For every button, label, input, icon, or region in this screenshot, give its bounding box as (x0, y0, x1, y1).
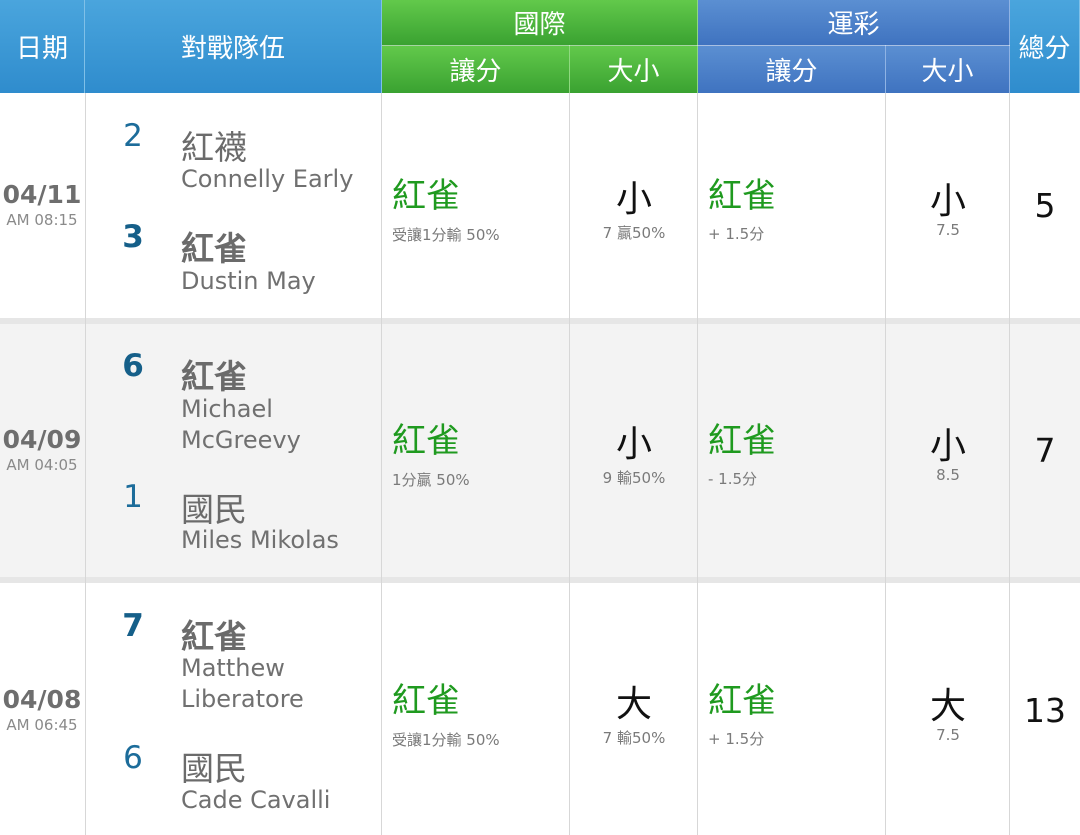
away-score: 7 (122, 608, 144, 644)
total-score: 5 (1034, 186, 1056, 225)
home-pitcher: Dustin May (181, 267, 316, 295)
lottery-ou-pick: 小 (929, 426, 966, 467)
game-date: 04/08 AM 06:45 (0, 685, 84, 734)
total-score: 13 (1024, 691, 1066, 730)
home-pitcher: Miles Mikolas (181, 526, 339, 554)
date-label: 04/09 (2, 425, 82, 454)
home-pitcher: Cade Cavalli (181, 786, 331, 814)
intl-spread-pick: 紅雀 (392, 681, 460, 721)
header-lottery-ou: 大小 (886, 45, 1010, 93)
date-label: 04/08 (2, 685, 82, 714)
time-label: AM 08:15 (6, 211, 78, 229)
lottery-spread-pick: 紅雀 (708, 681, 776, 721)
header-intl: 國際 (382, 0, 698, 45)
away-pitcher: Connelly Early (181, 165, 354, 193)
game-date: 04/11 AM 08:15 (0, 180, 84, 229)
away-team[interactable]: 紅雀 (181, 350, 247, 398)
intl-ou-pick: 小 (615, 424, 652, 465)
away-pitcher: Matthew Liberatore (181, 654, 304, 713)
lottery-spread-pick: 紅雀 (708, 176, 776, 216)
home-team[interactable]: 國民 (181, 742, 247, 790)
intl-ou-note: 7 贏50% (602, 224, 666, 242)
header-total: 總分 (1010, 0, 1080, 93)
header-lottery-spread: 讓分 (698, 45, 886, 93)
lottery-ou-note: 8.5 (936, 466, 960, 484)
header-intl-ou: 大小 (570, 45, 698, 93)
intl-spread-note: 受讓1分輸 50% (392, 731, 500, 749)
intl-ou-note: 7 輸50% (602, 729, 666, 747)
header-teams: 對戰隊伍 (85, 0, 382, 93)
header-date: 日期 (0, 0, 85, 93)
home-team[interactable]: 國民 (181, 483, 247, 531)
intl-ou-pick: 大 (615, 684, 652, 725)
away-pitcher: Michael McGreevy (181, 395, 301, 454)
lottery-spread-pick: 紅雀 (708, 421, 776, 461)
away-score: 2 (123, 118, 143, 154)
lottery-spread-note: - 1.5分 (708, 470, 758, 488)
intl-ou-pick: 小 (615, 179, 652, 220)
away-team[interactable]: 紅雀 (181, 610, 247, 658)
home-score: 6 (123, 740, 143, 776)
column-divider (85, 93, 86, 835)
lottery-spread-note: + 1.5分 (708, 225, 765, 243)
time-label: AM 06:45 (6, 716, 78, 734)
home-score: 1 (123, 479, 143, 515)
lottery-spread-note: + 1.5分 (708, 730, 765, 748)
intl-spread-pick: 紅雀 (392, 176, 460, 216)
home-score: 3 (122, 219, 144, 255)
intl-ou-note: 9 輸50% (602, 469, 666, 487)
header-lottery: 運彩 (698, 0, 1010, 45)
away-score: 6 (122, 348, 144, 384)
intl-spread-pick: 紅雀 (392, 421, 460, 461)
game-date: 04/09 AM 04:05 (0, 425, 84, 474)
lottery-ou-note: 7.5 (936, 221, 960, 239)
away-team[interactable]: 紅襪 (181, 121, 247, 169)
date-label: 04/11 (2, 180, 82, 209)
total-score: 7 (1034, 431, 1056, 470)
home-team[interactable]: 紅雀 (181, 222, 247, 270)
lottery-ou-note: 7.5 (936, 726, 960, 744)
header-intl-spread: 讓分 (382, 45, 570, 93)
intl-spread-note: 1分贏 50% (392, 471, 470, 489)
lottery-ou-pick: 小 (929, 181, 966, 222)
lottery-ou-pick: 大 (929, 686, 966, 727)
intl-spread-note: 受讓1分輸 50% (392, 226, 500, 244)
column-divider (381, 93, 382, 835)
time-label: AM 04:05 (6, 456, 78, 474)
